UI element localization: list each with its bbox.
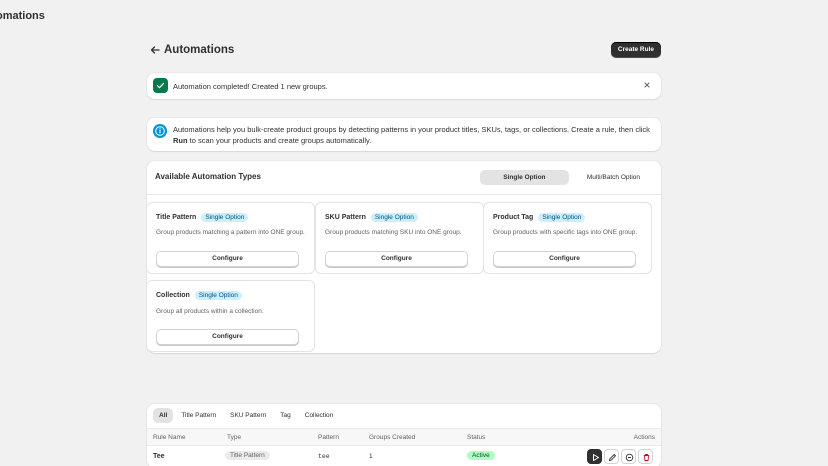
edit-button[interactable] — [604, 449, 619, 464]
main-container: Automations Create Rule Automation compl… — [146, 40, 661, 466]
tab-collection[interactable]: Collection — [299, 408, 340, 423]
status-badge: Active — [467, 451, 495, 460]
segment-multi-batch-option[interactable]: Multi/Batch Option — [575, 170, 652, 185]
table-row: Tee Title Pattern tee 1 Active — [147, 446, 661, 466]
segment-single-option[interactable]: Single Option — [479, 170, 569, 185]
tab-sku-pattern[interactable]: SKU Pattern — [224, 408, 272, 423]
type-sku-pattern: SKU Pattern Single Option Group products … — [315, 202, 484, 274]
type-collection: Collection Single Option Group all produc… — [146, 280, 315, 352]
configure-product-tag-button[interactable]: Configure — [493, 251, 636, 267]
info-banner: Automations help you bulk-create product… — [147, 118, 661, 151]
close-icon[interactable] — [642, 80, 652, 90]
tab-title-pattern[interactable]: Title Pattern — [175, 408, 222, 423]
single-option-badge: Single Option — [538, 213, 586, 222]
configure-sku-pattern-button[interactable]: Configure — [325, 251, 468, 267]
automation-types-title: Available Automation Types — [155, 172, 261, 181]
pencil-icon — [609, 454, 616, 461]
back-arrow-icon[interactable] — [149, 44, 161, 56]
rule-pattern-cell: tee — [318, 453, 330, 460]
run-button[interactable] — [587, 449, 602, 464]
run-bold-text: Run — [173, 136, 188, 145]
col-groups-created: Groups Created — [369, 434, 416, 441]
page-header: Automations Create Rule — [147, 40, 661, 62]
play-icon — [593, 454, 599, 461]
info-message: Automations help you bulk-create product… — [173, 125, 650, 145]
rule-name-cell: Tee — [153, 453, 165, 460]
option-segmented-control: Single Option Multi/Batch Option — [479, 170, 652, 185]
col-pattern: Pattern — [318, 434, 339, 441]
disable-button[interactable] — [621, 449, 636, 464]
tab-tag[interactable]: Tag — [274, 408, 296, 423]
app-title: omations — [0, 10, 45, 22]
tab-all[interactable]: All — [153, 408, 174, 423]
delete-button[interactable] — [638, 449, 653, 464]
divider — [147, 194, 661, 195]
top-bar: omations — [0, 0, 828, 34]
rule-filter-tabs: All Title Pattern SKU Pattern Tag Collec… — [153, 408, 341, 423]
col-status: Status — [467, 434, 486, 441]
info-icon — [153, 124, 167, 138]
page-title: Automations — [164, 44, 235, 56]
rule-type-badge: Title Pattern — [225, 451, 270, 460]
pause-circle-icon — [625, 453, 634, 462]
create-rule-button[interactable]: Create Rule — [610, 42, 661, 58]
table-header: Rule Name Type Pattern Groups Created St… — [147, 428, 661, 446]
type-title-pattern: Title Pattern Single Option Group product… — [146, 202, 315, 274]
success-banner: Automation completed! Created 1 new grou… — [147, 73, 661, 99]
single-option-badge: Single Option — [370, 213, 418, 222]
rules-table-card: All Title Pattern SKU Pattern Tag Collec… — [147, 404, 661, 466]
success-message: Automation completed! Created 1 new grou… — [173, 82, 328, 91]
trash-icon — [643, 454, 650, 461]
groups-created-cell: 1 — [369, 453, 373, 460]
checkmark-icon — [153, 78, 168, 93]
configure-title-pattern-button[interactable]: Configure — [156, 251, 299, 267]
col-actions: Actions — [633, 434, 655, 441]
type-product-tag: Product Tag Single Option Group products … — [483, 202, 652, 274]
single-option-badge: Single Option — [194, 291, 242, 300]
configure-collection-button[interactable]: Configure — [156, 329, 299, 345]
col-rule-name: Rule Name — [153, 434, 186, 441]
automation-types-card: Available Automation Types Single Option… — [146, 161, 661, 353]
col-type: Type — [227, 434, 242, 441]
single-option-badge: Single Option — [201, 213, 249, 222]
